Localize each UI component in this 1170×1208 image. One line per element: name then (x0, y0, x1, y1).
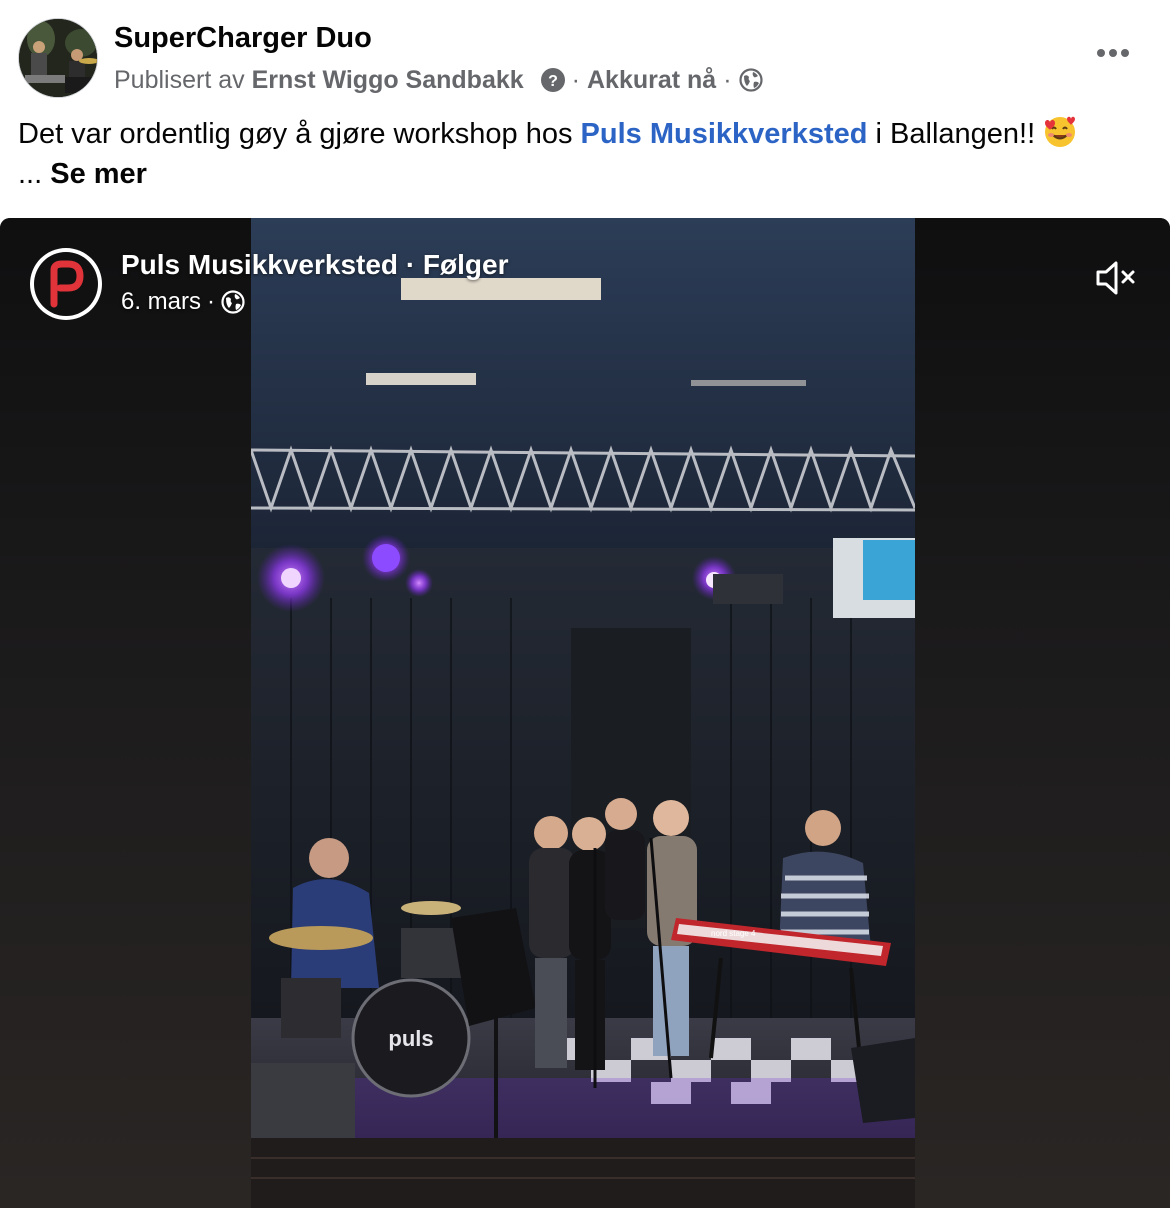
post-text-before: Det var ordentlig gøy å gjøre workshop h… (18, 118, 573, 150)
svg-text:?: ? (548, 73, 558, 90)
video-meta: 6. mars · (121, 286, 245, 318)
video-frame[interactable]: puls nord stage 4 (251, 218, 915, 1208)
author-avatar-photo (19, 19, 97, 97)
globe-icon[interactable] (738, 68, 763, 92)
video-player[interactable]: puls nord stage 4 Puls Musikkverksted · … (0, 218, 1170, 1208)
video-page-name[interactable]: Puls Musikkverksted (121, 249, 398, 280)
dot-icon (1121, 49, 1129, 57)
video-blur-left (0, 218, 251, 1208)
ellipsis: ... (18, 158, 43, 190)
video-separator: · (207, 288, 216, 315)
video-blur-right (915, 218, 1170, 1208)
meta-separator: · (571, 65, 580, 94)
video-separator: · (405, 249, 416, 280)
post-text-after: i Ballangen!! (875, 118, 1036, 150)
facebook-post: SuperCharger Duo Publisert av Ernst Wigg… (0, 0, 1170, 1208)
puls-logo-icon (50, 260, 84, 308)
dot-icon (1097, 49, 1105, 57)
mute-icon[interactable] (1092, 258, 1138, 298)
smiling-face-with-hearts-icon (1043, 115, 1077, 149)
post-timestamp[interactable]: Akkurat nå (587, 66, 716, 95)
publisher-name[interactable]: Ernst Wiggo Sandbakk (252, 66, 524, 95)
see-more-link[interactable]: Se mer (50, 158, 147, 190)
follow-status[interactable]: Følger (423, 249, 509, 280)
keyboard-brand: nord stage 4 (711, 929, 756, 938)
meta-separator: · (723, 65, 732, 94)
globe-icon (221, 290, 245, 314)
page-avatar[interactable] (30, 248, 102, 320)
post-text: Det var ordentlig gøy å gjøre workshop h… (18, 114, 1158, 194)
mention-link[interactable]: Puls Musikkverksted (581, 118, 868, 150)
page-logo (34, 252, 98, 316)
post-meta: Publisert av Ernst Wiggo Sandbakk ? · Ak… (114, 64, 763, 96)
dot-icon (1109, 49, 1117, 57)
video-page-title: Puls Musikkverksted · Følger (121, 249, 508, 281)
video-date[interactable]: 6. mars (121, 288, 201, 316)
drum-logo: puls (388, 1026, 433, 1051)
ceiling-light (401, 278, 601, 300)
published-by-label: Publisert av (114, 65, 245, 94)
help-icon[interactable]: ? (540, 68, 565, 92)
author-avatar[interactable] (18, 18, 98, 98)
stage-edge (251, 1138, 915, 1208)
post-header: SuperCharger Duo Publisert av Ernst Wigg… (0, 0, 1170, 110)
ceiling-light (366, 373, 476, 385)
author-name[interactable]: SuperCharger Duo (114, 22, 372, 55)
ceiling-light (691, 380, 806, 386)
more-options-button[interactable] (1090, 36, 1136, 70)
